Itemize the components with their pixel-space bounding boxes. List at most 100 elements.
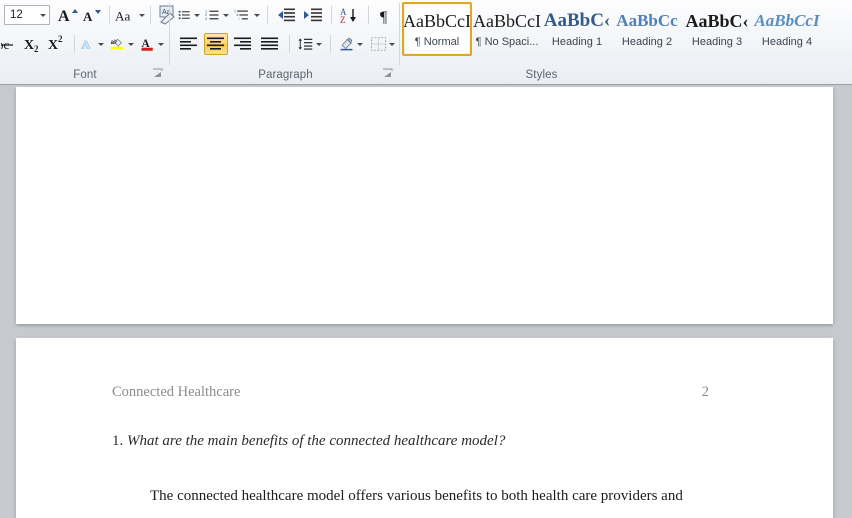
style-item-heading-4[interactable]: AaBbCcI Heading 4 [752, 2, 822, 56]
paragraph-group-row-1: 1 2 3 1 a i A Z ¶ [177, 4, 397, 26]
ribbon-group-font: 12 A A Aa Aa c X 2 X 2 A A ab A Font [0, 0, 175, 84]
subscript-icon: X 2 [24, 38, 39, 53]
shrink-font-button[interactable]: A [81, 4, 105, 26]
svg-text:2: 2 [58, 35, 63, 44]
styles-group-label: Styles [525, 69, 558, 81]
style-item-no-spacing[interactable]: AaBbCcI ¶ No Spaci... [472, 2, 542, 56]
line-spacing-icon [298, 38, 313, 50]
svg-text:A: A [58, 8, 70, 24]
style-label: ¶ No Spaci... [475, 35, 539, 48]
style-label: Heading 4 [761, 35, 813, 48]
show-formatting-marks-button[interactable]: ¶ [375, 4, 397, 26]
justify-button[interactable] [258, 33, 282, 55]
svg-text:Aa: Aa [115, 8, 130, 23]
align-center-button[interactable] [204, 33, 228, 55]
align-right-button[interactable] [231, 33, 255, 55]
sort-button[interactable]: A Z [338, 4, 362, 26]
style-item-heading-3[interactable]: AaBbC‹ Heading 3 [682, 2, 752, 56]
svg-text:2: 2 [34, 44, 39, 53]
ribbon-group-styles: AaBbCcI ¶ Normal AaBbCcI ¶ No Spaci... A… [401, 0, 852, 84]
style-label: ¶ Normal [414, 35, 460, 48]
font-color-icon: A [141, 38, 153, 51]
header-page-number: 2 [701, 384, 709, 400]
superscript-button[interactable]: X 2 [46, 33, 70, 55]
align-right-icon [234, 37, 251, 50]
style-label: Heading 2 [621, 35, 673, 48]
font-group-label: Font [73, 69, 97, 81]
align-left-button[interactable] [177, 33, 201, 55]
question-line: 1. What are the main benefits of the con… [112, 433, 505, 450]
strikethrough-button[interactable]: bc [0, 33, 22, 55]
increase-indent-icon [304, 8, 322, 22]
highlight-icon: ab [110, 38, 123, 50]
decrease-indent-button[interactable] [274, 4, 298, 26]
bullets-icon [178, 10, 190, 20]
divider [289, 35, 290, 53]
style-label: Heading 3 [691, 35, 743, 48]
style-item-heading-5[interactable]: A [822, 2, 844, 56]
shrink-font-icon: A [83, 9, 101, 24]
change-case-button[interactable]: Aa [114, 4, 146, 26]
group-separator [169, 3, 170, 65]
grow-font-icon: A [58, 8, 78, 24]
line-spacing-button[interactable] [297, 33, 323, 55]
grow-font-button[interactable]: A [57, 4, 81, 26]
font-size-dropdown-icon[interactable] [36, 13, 49, 17]
divider [267, 6, 268, 24]
style-item-normal[interactable]: AaBbCcI ¶ Normal [402, 2, 472, 56]
font-size-input[interactable]: 12 [4, 5, 50, 25]
dialog-launcher-icon [383, 68, 393, 77]
text-highlight-color-button[interactable]: ab [109, 33, 135, 55]
change-case-icon: Aa [115, 8, 130, 23]
svg-text:3: 3 [205, 17, 207, 21]
multilevel-list-icon: 1 a i [234, 9, 248, 21]
divider [150, 6, 151, 24]
borders-icon [371, 37, 386, 51]
style-preview: AaBbCcI [754, 10, 820, 30]
paragraph-group-label: Paragraph [258, 69, 313, 81]
document-page-2[interactable]: Connected Healthcare 2 1. What are the m… [16, 338, 833, 518]
style-label: Heading 1 [551, 35, 603, 48]
shading-button[interactable] [338, 33, 364, 55]
align-left-icon [180, 37, 197, 50]
subscript-button[interactable]: X 2 [22, 33, 46, 55]
styles-gallery[interactable]: AaBbCcI ¶ Normal AaBbCcI ¶ No Spaci... A… [402, 2, 844, 56]
text-effects-icon: A A [81, 37, 91, 52]
ribbon: 12 A A Aa Aa c X 2 X 2 A A ab A Font 1 2… [0, 0, 852, 85]
divider [74, 35, 75, 53]
style-preview: AaBbCcI [403, 10, 471, 31]
group-separator [399, 3, 400, 65]
numbering-button[interactable]: 1 2 3 [204, 4, 230, 26]
document-page-1[interactable] [16, 87, 833, 324]
text-effects-button[interactable]: A A [79, 33, 105, 55]
font-dialog-launcher[interactable] [152, 68, 164, 80]
paragraph-dialog-launcher[interactable] [382, 68, 394, 80]
ribbon-group-paragraph: 1 2 3 1 a i A Z ¶ Paragraph [171, 0, 400, 84]
sort-icon: A Z [340, 7, 356, 24]
bullets-button[interactable] [177, 4, 201, 26]
divider [368, 6, 369, 24]
document-canvas[interactable]: Connected Healthcare 2 1. What are the m… [0, 85, 852, 518]
style-preview: AaBbC‹ [685, 10, 749, 31]
svg-text:X: X [48, 38, 58, 53]
body-paragraph: The connected healthcare model offers va… [150, 488, 683, 504]
style-preview: AaBbC‹ [543, 9, 611, 31]
divider [330, 35, 331, 53]
divider [331, 6, 332, 24]
svg-text:A: A [83, 9, 93, 24]
font-size-value: 12 [10, 9, 23, 21]
pilcrow-icon: ¶ [380, 9, 388, 24]
borders-button[interactable] [370, 33, 396, 55]
increase-indent-button[interactable] [301, 4, 325, 26]
style-item-heading-1[interactable]: AaBbC‹ Heading 1 [542, 2, 612, 56]
question-number: 1. [112, 433, 124, 449]
font-group-row-2: bc X 2 X 2 A A [0, 33, 165, 55]
style-item-heading-2[interactable]: AaBbCc Heading 2 [612, 2, 682, 56]
font-color-button[interactable]: A [139, 33, 165, 55]
svg-text:Z: Z [340, 15, 346, 24]
style-preview: AaBbCc [616, 10, 678, 30]
strikethrough-icon: bc [1, 37, 13, 52]
svg-text:A: A [82, 38, 91, 52]
multilevel-list-button[interactable]: 1 a i [233, 4, 261, 26]
svg-text:¶: ¶ [380, 9, 388, 24]
